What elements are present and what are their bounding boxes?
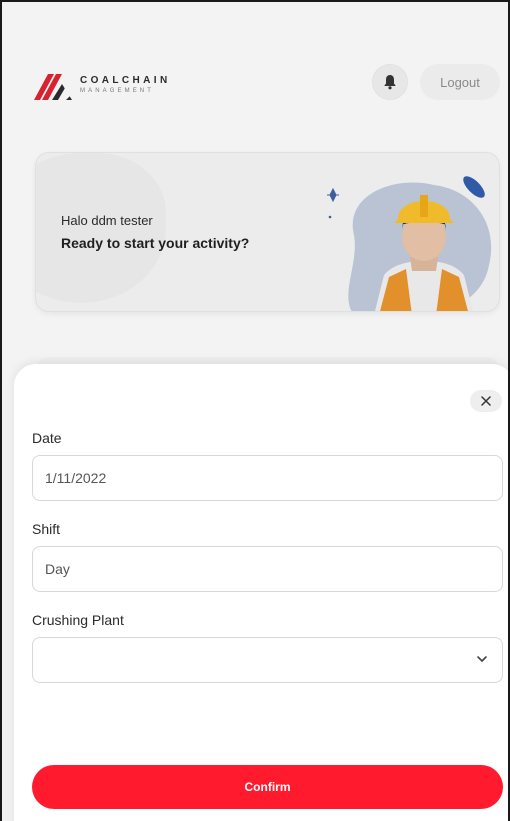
close-icon [481,396,491,406]
shift-label: Shift [32,521,61,537]
logo-subtitle: MANAGEMENT [80,88,155,94]
crushing-plant-label: Crushing Plant [32,612,124,628]
date-label: Date [32,430,62,446]
shift-field[interactable]: Day [32,546,503,592]
logo-wordmark: COALCHAIN [80,75,171,86]
crushing-plant-select[interactable] [32,637,503,683]
notifications-button[interactable] [372,64,408,100]
app-header: COALCHAIN MANAGEMENT Logout [2,2,508,122]
ready-prompt: Ready to start your activity? [61,235,250,251]
chevron-down-icon [477,656,487,662]
date-value: 1/11/2022 [45,470,107,486]
logout-button[interactable]: Logout [420,64,500,100]
coalchain-logo: COALCHAIN MANAGEMENT [34,68,171,102]
welcome-card: Halo ddm tester Ready to start your acti… [35,152,500,312]
confirm-button[interactable]: Confirm [32,765,503,809]
logo-mark-icon [34,74,72,100]
date-field[interactable]: 1/11/2022 [32,455,503,501]
activity-form-sheet: Date 1/11/2022 Shift Day Crushing Plant … [14,364,508,821]
close-button[interactable] [470,390,502,412]
worker-illustration [327,176,492,311]
decorative-blob [36,153,166,303]
app-frame: COALCHAIN MANAGEMENT Logout Halo ddm tes… [0,0,510,821]
greeting-text: Halo ddm tester [61,213,153,228]
shift-value: Day [45,561,70,577]
bell-icon [384,75,396,90]
